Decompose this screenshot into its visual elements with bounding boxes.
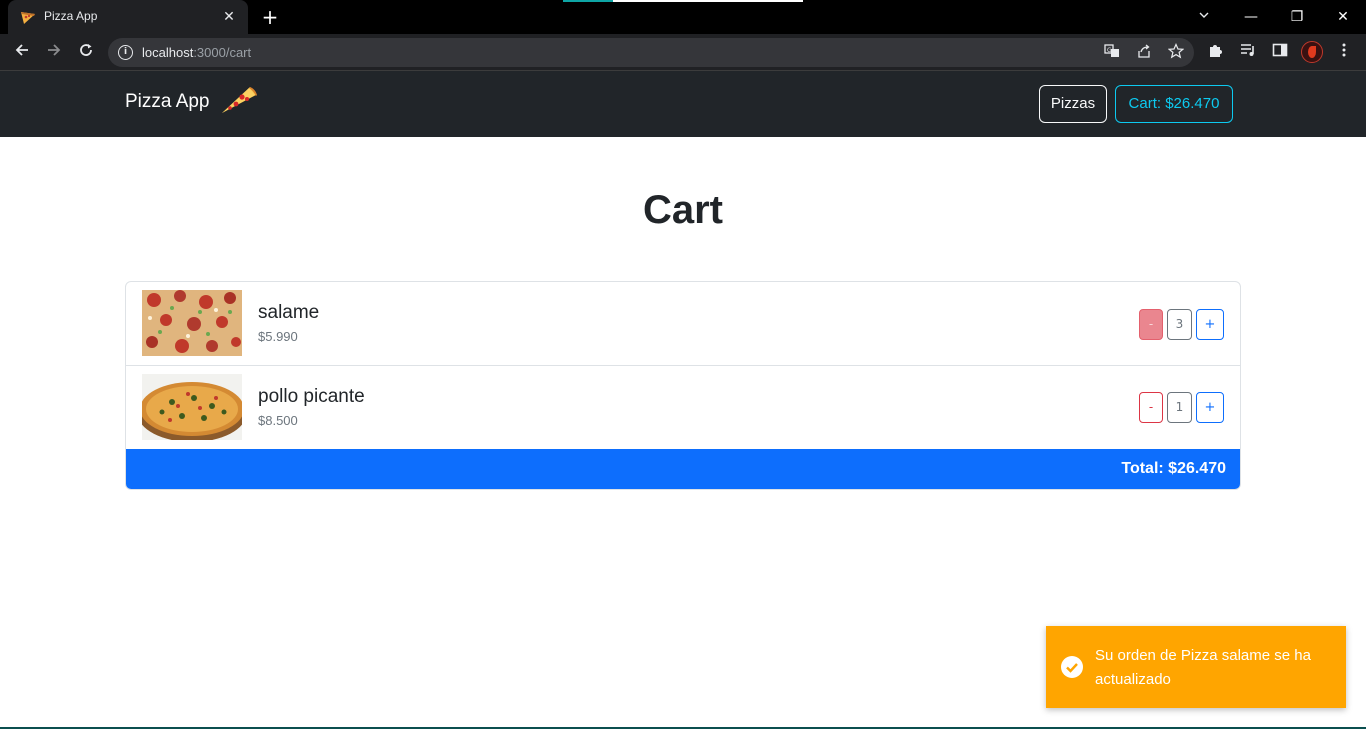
new-tab-button[interactable]: + xyxy=(259,6,281,28)
item-name: salame xyxy=(258,302,320,323)
translate-icon[interactable]: G xyxy=(1102,43,1122,63)
bookmark-star-icon[interactable] xyxy=(1166,43,1186,63)
quantity-display: 1 xyxy=(1167,392,1192,423)
cart-item: salame $5.990 - 3 + xyxy=(126,282,1240,366)
item-name: pollo picante xyxy=(258,386,365,407)
share-icon[interactable] xyxy=(1134,43,1154,63)
item-price: $5.990 xyxy=(258,329,298,344)
toast-message: Su orden de Pizza salame se ha actualiza… xyxy=(1095,647,1311,688)
pizza-slice-icon xyxy=(216,83,258,121)
decrease-quantity-button[interactable]: - xyxy=(1139,392,1163,423)
toast-notification[interactable]: Su orden de Pizza salame se ha actualiza… xyxy=(1046,626,1346,708)
side-panel-icon[interactable] xyxy=(1269,42,1291,64)
media-queue-icon[interactable] xyxy=(1237,42,1259,64)
svg-text:G: G xyxy=(1107,47,1112,54)
browser-toolbar: i localhost:3000/cart G xyxy=(0,34,1366,71)
url-text: localhost:3000/cart xyxy=(142,45,252,60)
browser-tab[interactable]: Pizza App ✕ xyxy=(8,0,248,34)
cart-item: pollo picante $8.500 - 1 + xyxy=(126,366,1240,450)
restore-button[interactable]: ❐ xyxy=(1274,4,1320,30)
forward-arrow-icon[interactable] xyxy=(41,40,67,66)
back-arrow-icon[interactable] xyxy=(9,40,35,66)
pizzas-nav-button[interactable]: Pizzas xyxy=(1039,85,1107,123)
close-window-button[interactable]: ✕ xyxy=(1320,4,1366,30)
profile-avatar[interactable] xyxy=(1301,41,1323,63)
minimize-button[interactable]: — xyxy=(1228,4,1274,30)
cart-list: salame $5.990 - 3 + pollo picante $8.500… xyxy=(125,281,1241,490)
site-info-icon[interactable]: i xyxy=(118,45,133,60)
pizza-image xyxy=(138,374,246,442)
cart-total-bar: Total: $26.470 xyxy=(126,449,1240,489)
pizza-image xyxy=(142,290,242,356)
brand-link[interactable]: Pizza App xyxy=(125,91,210,113)
cart-total-label: Total: $26.470 xyxy=(1121,460,1226,477)
check-circle-icon xyxy=(1061,656,1083,678)
pizza-favicon-icon xyxy=(20,9,36,25)
reload-icon[interactable] xyxy=(73,40,99,66)
page-title: Cart xyxy=(642,188,724,232)
tab-title: Pizza App xyxy=(44,9,98,23)
app-navbar: Pizza App Pizzas Cart: $26.470 xyxy=(0,71,1366,137)
cart-nav-button[interactable]: Cart: $26.470 xyxy=(1115,85,1233,123)
close-tab-icon[interactable]: ✕ xyxy=(220,8,238,26)
quantity-display: 3 xyxy=(1167,309,1192,340)
loading-bar-accent xyxy=(563,0,613,2)
item-price: $8.500 xyxy=(258,413,298,428)
more-menu-icon[interactable] xyxy=(1333,42,1355,64)
increase-quantity-button[interactable]: + xyxy=(1196,309,1224,340)
decrease-quantity-button[interactable]: - xyxy=(1139,309,1163,340)
extensions-puzzle-icon[interactable] xyxy=(1205,42,1227,64)
increase-quantity-button[interactable]: + xyxy=(1196,392,1224,423)
address-bar[interactable]: i localhost:3000/cart G xyxy=(108,38,1194,67)
tab-search-chevron-icon[interactable] xyxy=(1193,6,1215,28)
browser-tab-strip: Pizza App ✕ + — ❐ ✕ xyxy=(0,0,1366,34)
